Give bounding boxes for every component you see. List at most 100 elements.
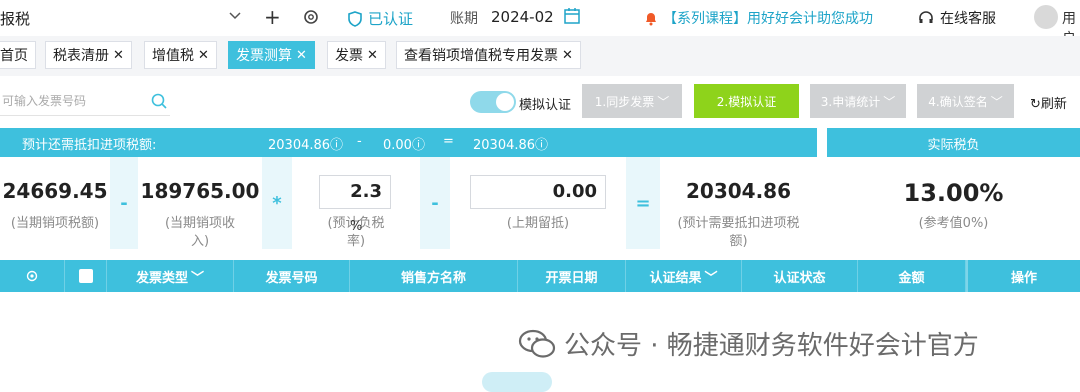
step-label[interactable]: 3.申请统计 [821,93,880,110]
chevron-down-icon: ﹀ [990,94,1003,109]
prev-retained-cell: 0.00 (上期留抵) [450,157,626,249]
actual-rate-cell: 13.00% (参考值0%) [827,157,1080,249]
chevron-down-icon: ﹀ [883,94,896,109]
promo-text[interactable]: 【系列课程】用好好会计助您成功 [663,8,873,28]
select-all-checkbox[interactable] [65,260,107,292]
search-input[interactable]: 可输入发票号码 [0,88,170,116]
invoice-table-header: 发票类型 ﹀ 发票号码 销售方名称 开票日期 认证结果 ﹀ 认证状态 金额 操作 [0,260,1080,292]
close-icon[interactable]: ✕ [562,48,573,63]
prev-retained-input[interactable]: 0.00 [470,175,606,209]
needed-cell: 20304.86 (预计需要抵扣进项税额) [660,157,817,249]
top-bar: 报税 + 已认证 账期 2024-02 【系列课程】用好好会计助您成功 在线客服 [0,0,1080,47]
col-invoice-type[interactable]: 发票类型 ﹀ [107,260,234,292]
gear-icon[interactable] [302,8,320,26]
close-icon[interactable]: ✕ [198,48,209,63]
bell-icon [646,13,656,26]
verified-label: 已认证 [368,10,414,28]
tab-label[interactable]: 首页 [0,45,28,65]
empty-state-illustration [482,372,552,392]
step-label[interactable]: 1.同步发票 [595,93,654,110]
period-value[interactable]: 2024-02 [491,8,554,26]
needed-label: (预计需要抵扣进项税额) [677,216,800,249]
step-label[interactable]: 4.确认签名 [928,93,987,110]
tab-tax-list[interactable]: 税表清册 ✕ [45,41,132,69]
tab-vat[interactable]: 增值税 ✕ [144,41,217,69]
col-invoice-number: 发票号码 [234,260,350,292]
col-auth-result[interactable]: 认证结果 ﹀ [626,260,742,292]
tab-bar: 首页 税表清册 ✕ 增值税 ✕ 发票测算 ✕ 发票 ✕ 查看销项增值税专用发票 … [0,36,1080,76]
chevron-down-icon[interactable] [227,7,243,23]
service-label[interactable]: 在线客服 [940,8,996,28]
actual-rate-value: 13.00% [903,179,1004,207]
toggle-label: 模拟认证 [519,98,572,113]
op-minus: - [110,157,138,249]
tab-label[interactable]: 增值税 [152,45,194,65]
toggle-knob [496,93,514,111]
chevron-down-icon[interactable]: ﹀ [705,267,718,286]
add-icon[interactable]: + [264,5,281,29]
summary-minus: - [357,134,362,149]
close-icon[interactable]: ✕ [296,48,307,63]
tab-label[interactable]: 税表清册 [53,45,109,65]
headset-icon [919,11,933,23]
watermark: 公众号 · 畅捷通财务软件好会计官方 [518,325,979,362]
close-icon[interactable]: ✕ [113,48,124,63]
close-icon[interactable]: ✕ [367,48,378,63]
op-minus: - [420,157,450,249]
op-equals: = [626,157,660,249]
promo-link[interactable]: 【系列课程】用好好会计助您成功 [643,8,873,28]
output-tax-cell: 24669.45 (当期销项税额) [0,157,110,249]
tab-invoice[interactable]: 发票 ✕ [327,41,386,69]
chevron-down-icon: ﹀ [657,94,670,109]
summary-value1: 20304.86ⓘ [268,138,344,153]
tab-invoice-calc[interactable]: 发票测算 ✕ [228,41,315,69]
wechat-icon [518,329,556,358]
needed-value: 20304.86 [685,179,791,203]
sales-income-label: (当期销项收入) [164,216,236,249]
online-service-button[interactable]: 在线客服 [918,8,996,28]
est-rate-input[interactable]: 2.3 [319,175,391,209]
calendar-icon[interactable] [563,7,581,25]
org-selector[interactable]: 报税 [0,8,30,29]
simulate-auth-toggle[interactable] [470,91,516,113]
summary-value2: 0.00ⓘ [383,138,425,153]
tab-output-vat-invoice[interactable]: 查看销项增值税专用发票 ✕ [396,41,581,69]
step-simulate-auth[interactable]: 2.模拟认证 [694,84,799,118]
tab-label[interactable]: 发票测算 [236,45,292,65]
deduction-summary-bar: 预计还需抵扣进项税额: 20304.86ⓘ - 0.00ⓘ = 20304.86… [0,128,817,157]
period-label: 账期 [450,11,478,27]
step-label[interactable]: 2.模拟认证 [717,93,776,110]
col-amount: 金额 [858,260,966,292]
checkbox[interactable] [78,269,93,283]
refresh-icon: ↻ [1030,97,1041,112]
verified-badge: 已认证 [347,8,413,29]
tab-label[interactable]: 发票 [335,45,363,65]
summary-result: 20304.86ⓘ [473,138,549,153]
column-settings[interactable] [0,260,65,292]
refresh-label[interactable]: 刷新 [1041,97,1067,112]
tab-home[interactable]: 首页 [0,41,36,69]
col-actions: 操作 [966,260,1080,292]
reference-label: (参考值0%) [918,216,989,231]
calc-row: 24669.45 (当期销项税额) - 189765.00 (当期销项收入) *… [0,157,1080,249]
sales-income-value: 189765.00 [140,179,260,203]
gear-icon[interactable] [25,269,39,283]
step-confirm-sign[interactable]: 4.确认签名 ﹀ [917,84,1014,118]
summary-equals: = [443,134,454,149]
prev-retained-label: (上期留抵) [506,216,570,231]
avatar[interactable] [1034,5,1058,29]
watermark-text: 公众号 · 畅捷通财务软件好会计官方 [564,331,979,361]
est-rate-cell: 2.3 (预计负税率) % [292,157,420,249]
search-icon[interactable] [150,92,168,110]
sales-income-cell: 189765.00 (当期销项收入) [138,157,262,249]
chevron-down-icon[interactable]: ﹀ [191,267,204,286]
output-tax-value: 24669.45 [2,179,108,203]
shield-icon [348,10,362,27]
step-sync-invoice[interactable]: 1.同步发票 ﹀ [582,84,682,118]
step-apply-stats[interactable]: 3.申请统计 ﹀ [810,84,906,118]
col-invoice-date: 开票日期 [518,260,626,292]
tab-label[interactable]: 查看销项增值税专用发票 [404,45,558,65]
refresh-button[interactable]: ↻刷新 [1030,93,1067,112]
summary-label: 预计还需抵扣进项税额: [22,138,157,153]
op-multiply: * [262,157,292,249]
